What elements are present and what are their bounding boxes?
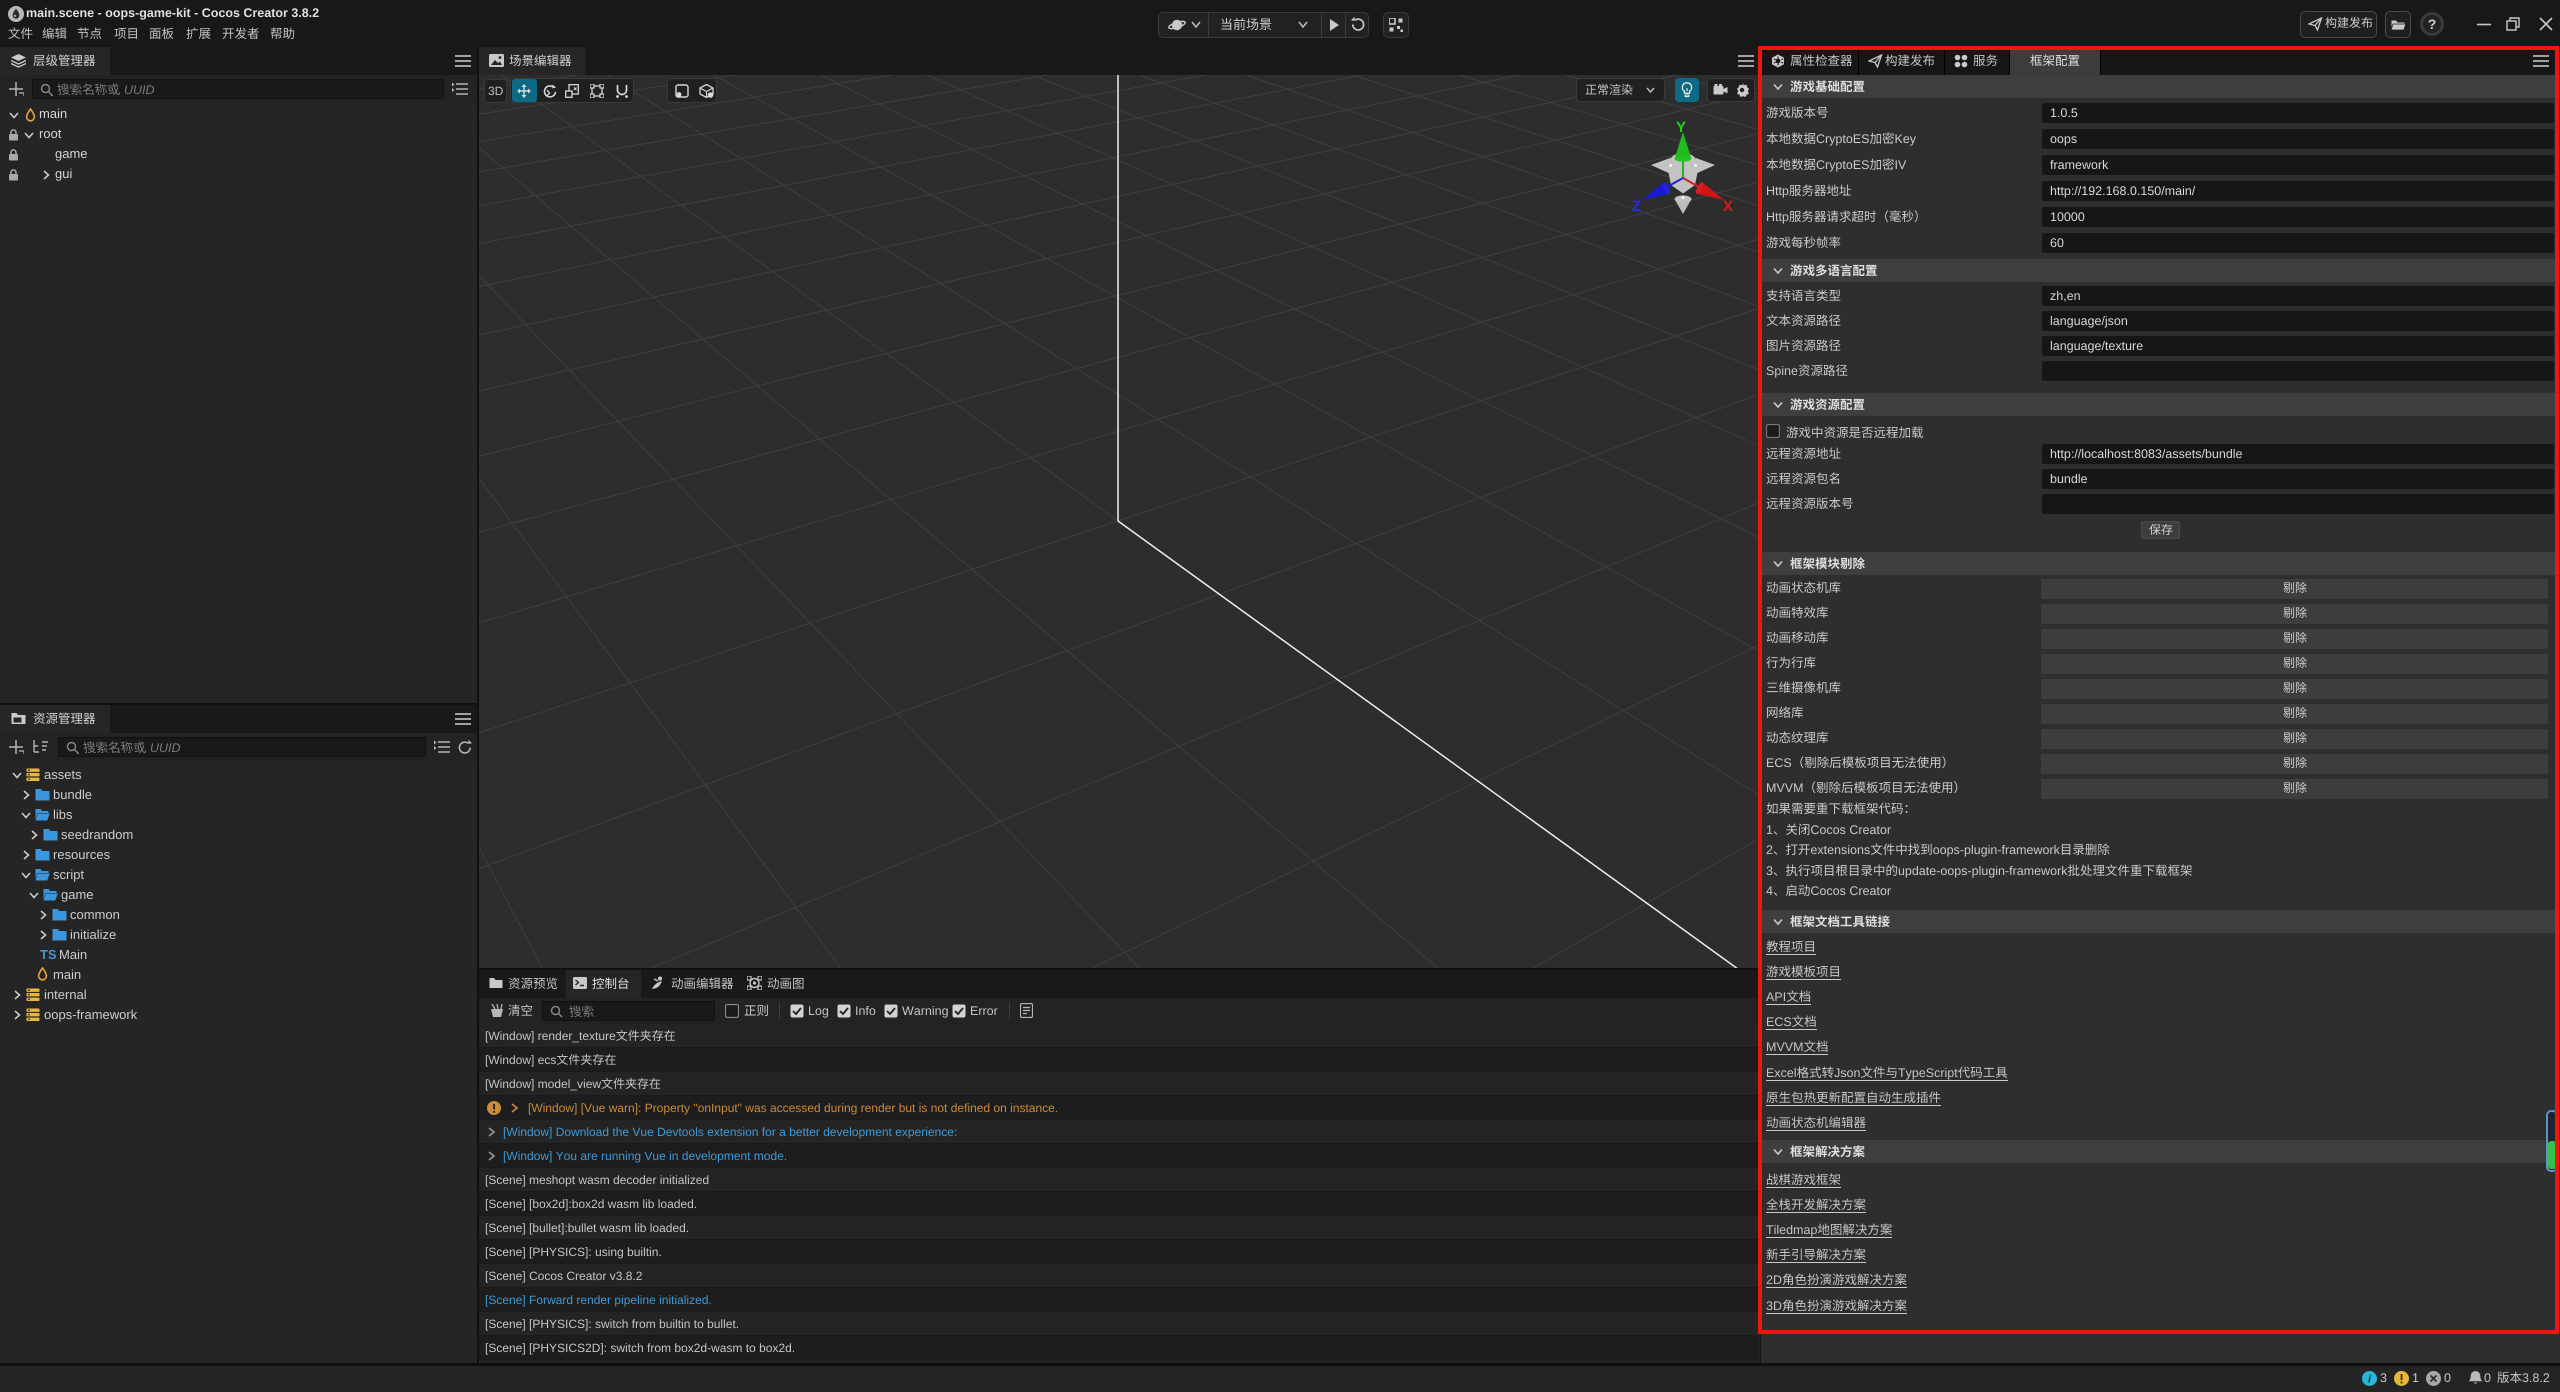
svg-text:?: ?: [2428, 16, 2437, 32]
